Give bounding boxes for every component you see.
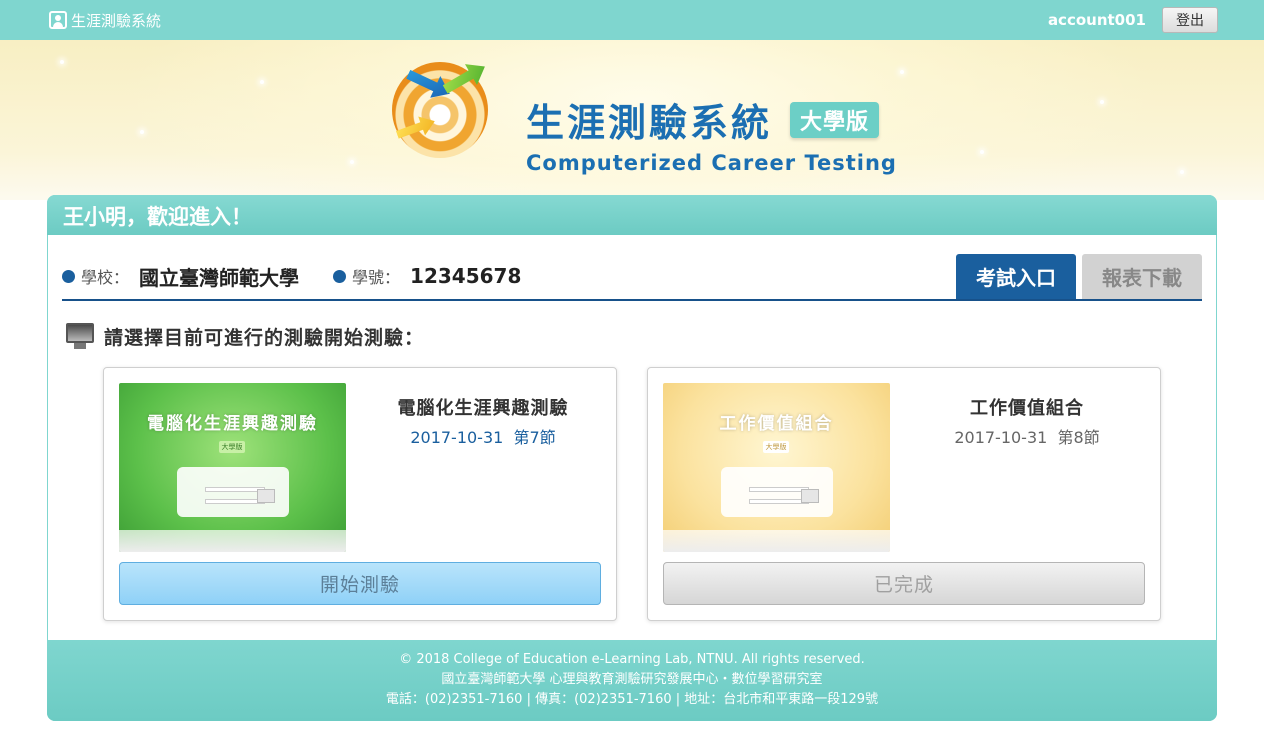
- target-logo-icon: [392, 62, 488, 158]
- test-title: 工作價值組合: [970, 398, 1084, 419]
- sparkle: [60, 60, 64, 64]
- start-test-button[interactable]: 開始測驗: [119, 562, 601, 605]
- thumbnail-login-box: [177, 467, 289, 517]
- welcome-header: 王小明，歡迎進入！: [47, 195, 1217, 235]
- tab-bar: 考試入口 報表下載: [956, 254, 1202, 299]
- sparkle: [140, 130, 144, 134]
- brand[interactable]: 生涯測驗系統: [49, 10, 161, 31]
- panel-body: 學校： 國立臺灣師範大學 學號： 12345678 考試入口 報表下載 請選擇目…: [48, 235, 1216, 640]
- sparkle: [980, 150, 984, 154]
- contact-info: 電話：(02)2351-7160 | 傳真：(02)2351-7160 | 地址…: [385, 692, 879, 707]
- footer: © 2018 College of Education e-Learning L…: [47, 640, 1217, 721]
- student-id-value: 12345678: [410, 264, 522, 288]
- yellow-arrow-icon: [394, 112, 438, 144]
- school-label: 學校：: [81, 268, 130, 287]
- logo-subtitle: Computerized Career Testing: [526, 151, 897, 175]
- copyright: © 2018 College of Education e-Learning L…: [399, 652, 865, 667]
- student-info-row: 學校： 國立臺灣師範大學 學號： 12345678 考試入口 報表下載: [62, 253, 1202, 301]
- test-period: 第7節: [513, 428, 556, 447]
- test-card-work-values: 工作價值組合 大學版 工作價值組合 2017-10-31 第8節 已完成: [647, 367, 1161, 621]
- logo: 生涯測驗系統 大學版 Computerized Career Testing: [392, 62, 897, 175]
- thumbnail-badge: 大學版: [763, 441, 789, 453]
- top-bar: 生涯測驗系統 account001 登出: [0, 0, 1264, 40]
- sparkle: [1100, 100, 1104, 104]
- hero-banner: 生涯測驗系統 大學版 Computerized Career Testing: [0, 40, 1264, 200]
- thumbnail-badge: 大學版: [219, 441, 245, 453]
- test-card-interest: 電腦化生涯興趣測驗 大學版 電腦化生涯興趣測驗 2017-10-31 第7節 開…: [103, 367, 617, 621]
- test-schedule: 2017-10-31 第8節: [903, 424, 1151, 448]
- tab-exam-entry[interactable]: 考試入口: [956, 254, 1076, 299]
- sparkle: [260, 80, 264, 84]
- student-id-info: 學號： 12345678: [333, 264, 521, 288]
- test-thumbnail[interactable]: 電腦化生涯興趣測驗 大學版: [119, 383, 346, 552]
- user-card-icon: [49, 11, 67, 29]
- tab-report-download[interactable]: 報表下載: [1082, 254, 1202, 299]
- test-date: 2017-10-31: [954, 428, 1048, 447]
- student-id-label: 學號：: [352, 268, 401, 287]
- logo-title: 生涯測驗系統: [526, 101, 773, 145]
- bullet-icon: [62, 269, 75, 283]
- test-date: 2017-10-31: [410, 428, 504, 447]
- main-panel: 王小明，歡迎進入！ 學校： 國立臺灣師範大學 學號： 12345678 考試入口…: [47, 195, 1217, 721]
- test-thumbnail: 工作價值組合 大學版: [663, 383, 890, 552]
- brand-label: 生涯測驗系統: [71, 11, 162, 30]
- edition-badge: 大學版: [790, 101, 880, 138]
- school-info: 學校： 國立臺灣師範大學: [62, 262, 299, 291]
- test-schedule: 2017-10-31 第7節: [359, 424, 607, 448]
- thumbnail-title: 電腦化生涯興趣測驗: [147, 414, 318, 434]
- completed-button: 已完成: [663, 562, 1145, 605]
- thumbnail-title: 工作價值組合: [719, 414, 834, 434]
- sparkle: [350, 160, 354, 164]
- sparkle: [900, 70, 904, 74]
- prompt-text: 請選擇目前可進行的測驗開始測驗：: [104, 326, 425, 349]
- organization: 國立臺灣師範大學 心理與教育測驗研究發展中心・數位學習研究室: [441, 672, 823, 687]
- monitor-icon: [64, 321, 96, 351]
- account-name: account001: [1047, 11, 1146, 29]
- test-title: 電腦化生涯興趣測驗: [397, 398, 569, 419]
- thumbnail-login-box: [721, 467, 833, 517]
- school-value: 國立臺灣師範大學: [139, 265, 300, 290]
- logout-button[interactable]: 登出: [1162, 7, 1218, 33]
- prompt: 請選擇目前可進行的測驗開始測驗：: [64, 321, 424, 351]
- test-period: 第8節: [1057, 428, 1100, 447]
- sparkle: [1180, 170, 1184, 174]
- bullet-icon: [333, 269, 347, 283]
